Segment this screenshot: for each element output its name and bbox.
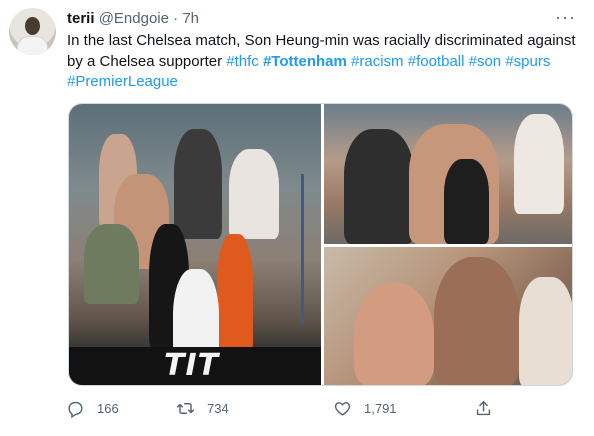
- fan-figure: [229, 149, 279, 239]
- avatar[interactable]: [9, 8, 56, 55]
- advertising-board: TIT: [69, 347, 321, 385]
- media-photo-fans-top[interactable]: [324, 104, 572, 244]
- fan-figure: [519, 277, 572, 385]
- separator-dot: ·: [173, 10, 179, 27]
- tweet-text: In the last Chelsea match, Son Heung-min…: [67, 31, 582, 93]
- advertising-board-text: TIT: [164, 348, 220, 383]
- tweet-time[interactable]: 7h: [182, 10, 199, 27]
- retweet-icon: [176, 403, 195, 414]
- like-button[interactable]: 1,791: [333, 399, 397, 418]
- author-handle[interactable]: @Endgoie: [99, 10, 169, 27]
- hashtag-premierleague[interactable]: #PremierLeague: [67, 73, 178, 90]
- media-photo-fans-closeup[interactable]: [324, 247, 572, 385]
- fan-figure: [174, 129, 222, 239]
- share-button[interactable]: [474, 399, 493, 418]
- tweet-header: terii @Endgoie · 7h: [67, 10, 199, 27]
- avatar-head: [25, 17, 40, 35]
- retweet-button[interactable]: 734: [176, 399, 229, 418]
- reply-count: 166: [97, 401, 119, 416]
- fan-figure: [444, 159, 489, 244]
- like-count: 1,791: [364, 401, 397, 416]
- avatar-shirt: [17, 36, 48, 55]
- hashtag-spurs[interactable]: #spurs: [505, 53, 550, 70]
- reply-button[interactable]: 166: [66, 399, 119, 418]
- hashtag-thfc[interactable]: #thfc: [226, 53, 259, 70]
- more-options-icon[interactable]: ···: [555, 8, 576, 26]
- tweet-actions: 166 734 1,791: [66, 399, 496, 421]
- retweet-count: 734: [207, 401, 229, 416]
- tweet-card[interactable]: terii @Endgoie · 7h ··· In the last Chel…: [0, 0, 594, 436]
- hashtag-racism[interactable]: #racism: [351, 53, 404, 70]
- steward-figure: [217, 234, 253, 354]
- fan-figure: [434, 257, 519, 385]
- media-photo-stadium[interactable]: TIT: [69, 104, 321, 385]
- hashtag-tottenham[interactable]: #Tottenham: [263, 53, 347, 70]
- fan-figure: [344, 129, 414, 244]
- hashtag-son[interactable]: #son: [469, 53, 502, 70]
- fan-figure: [514, 114, 564, 214]
- media-grid[interactable]: TIT: [68, 103, 573, 386]
- reply-icon: [68, 401, 83, 418]
- fan-figure: [84, 224, 139, 304]
- hashtag-football[interactable]: #football: [408, 53, 465, 70]
- heart-icon: [334, 402, 351, 416]
- fan-face: [354, 282, 434, 385]
- share-icon: [476, 401, 491, 416]
- author-name[interactable]: terii: [67, 10, 95, 27]
